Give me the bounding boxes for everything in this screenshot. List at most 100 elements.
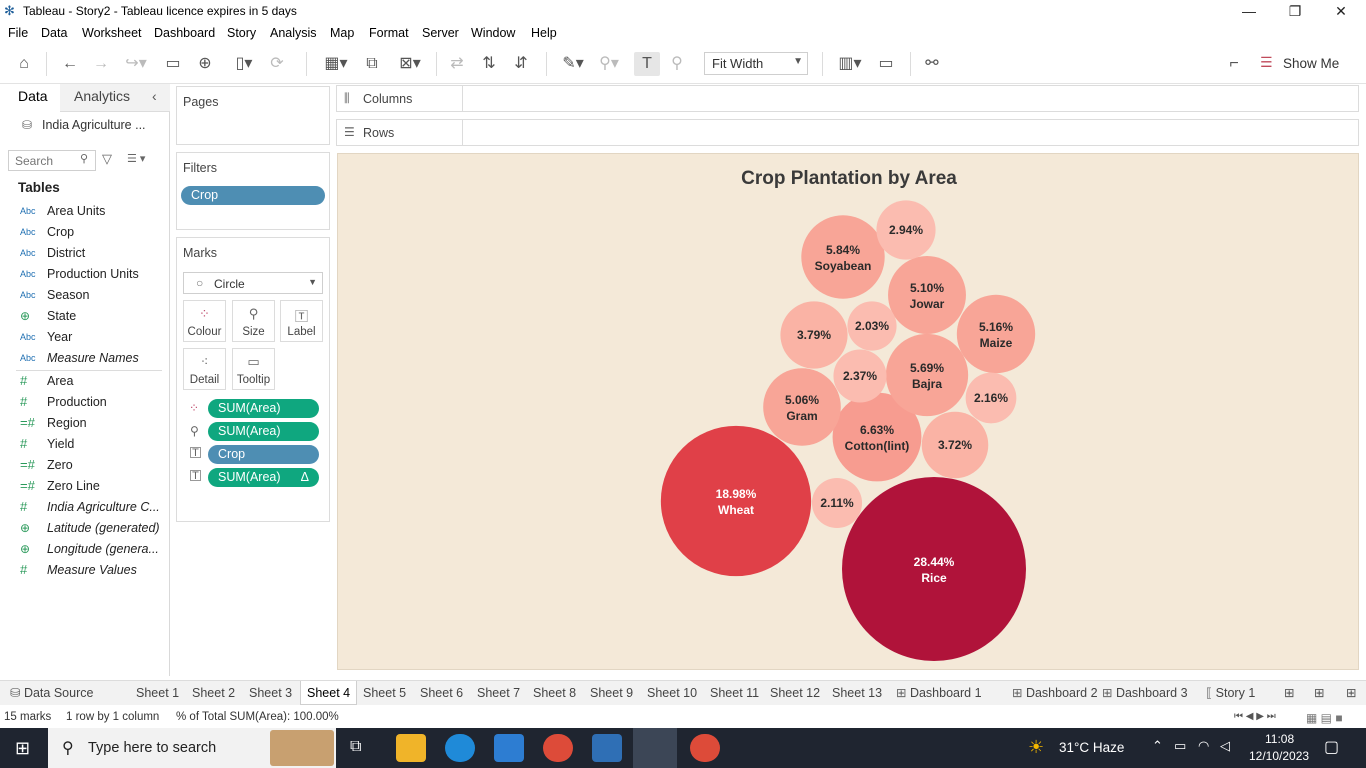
mark-type-dropdown[interactable]: ○ Circle ▼ xyxy=(183,272,323,294)
menu-format[interactable]: Format xyxy=(369,26,409,40)
field-item[interactable]: Abc Year xyxy=(0,327,168,348)
view-options-icon[interactable]: ☰ ▾ xyxy=(127,152,145,165)
save-icon[interactable]: ▭ xyxy=(162,52,184,76)
show-me-button[interactable]: ☰ Show Me xyxy=(1260,52,1350,76)
bubble-jowar[interactable]: 5.10% Jowar xyxy=(888,256,966,334)
pages-card[interactable]: Pages xyxy=(176,86,330,145)
clock-time[interactable]: 11:08 xyxy=(1265,732,1294,746)
field-item[interactable]: ⊕ State xyxy=(0,306,168,327)
weather-text[interactable]: 31°C Haze xyxy=(1059,740,1124,755)
bubble-maize[interactable]: 5.16% Maize xyxy=(956,294,1036,374)
field-item[interactable]: ⊕ Longitude (genera... xyxy=(0,539,168,560)
new-worksheet-icon[interactable]: ⊞ xyxy=(1278,681,1300,705)
share-icon[interactable]: ⚯ xyxy=(920,52,944,76)
tableau-active-icon[interactable] xyxy=(633,728,677,768)
field-item[interactable]: # Measure Values xyxy=(0,560,168,581)
bubble-circle[interactable] xyxy=(956,294,1036,374)
field-item[interactable]: Abc Measure Names xyxy=(0,348,168,369)
redo-icon[interactable]: → xyxy=(89,52,113,76)
bubble-circle[interactable] xyxy=(801,215,885,299)
bubble-crop-10[interactable]: 2.94% xyxy=(876,200,936,260)
field-item[interactable]: # Production xyxy=(0,392,168,413)
filter-crop-pill[interactable]: Crop xyxy=(181,186,325,205)
highlight-icon[interactable]: ✎▾ xyxy=(558,52,588,76)
tooltip-button[interactable]: ▭ Tooltip xyxy=(232,348,275,390)
field-item[interactable]: =# Zero xyxy=(0,455,168,476)
field-item[interactable]: Abc District xyxy=(0,243,168,264)
tableau-public-icon[interactable] xyxy=(592,734,622,762)
undo-icon[interactable]: ← xyxy=(58,52,82,76)
sheet-tab[interactable]: Sheet 6 xyxy=(414,681,469,705)
field-item[interactable]: ⊕ Latitude (generated) xyxy=(0,518,168,539)
size-button[interactable]: ⚲ Size xyxy=(232,300,275,342)
swap-icon[interactable]: ⇄ xyxy=(446,52,468,76)
sheet-tab[interactable]: Sheet 8 xyxy=(527,681,582,705)
sheet-tab[interactable]: Sheet 7 xyxy=(471,681,526,705)
bubble-crop-13[interactable]: 2.11% xyxy=(811,477,863,529)
field-item[interactable]: Abc Season xyxy=(0,285,168,306)
bubble-gram[interactable]: 5.06% Gram xyxy=(763,368,841,446)
field-item[interactable]: # Area xyxy=(0,371,168,392)
sheet-tab[interactable]: ⊞ Dashboard 1 xyxy=(890,681,988,705)
show-mark-labels-icon[interactable]: T xyxy=(634,52,660,76)
bubble-circle[interactable] xyxy=(842,477,1026,661)
sheet-tab[interactable]: Sheet 9 xyxy=(584,681,639,705)
bubble-crop-14[interactable]: 2.03% xyxy=(847,301,897,351)
sheet-tab[interactable]: Sheet 11 xyxy=(704,681,765,705)
collapse-pane-icon[interactable]: ‹ xyxy=(152,88,157,104)
replay-icon[interactable]: ↪▾ xyxy=(120,52,152,76)
bubble-crop-11[interactable]: 2.37% xyxy=(833,349,887,403)
menu-dashboard[interactable]: Dashboard xyxy=(154,26,215,40)
sheet-tab[interactable]: Sheet 12 xyxy=(764,681,826,705)
new-worksheet-icon[interactable]: ▦▾ xyxy=(318,52,354,76)
menu-data[interactable]: Data xyxy=(41,26,67,40)
columns-shelf[interactable]: ⫼ Columns xyxy=(336,85,1359,112)
new-dashboard-icon[interactable]: ⊞ xyxy=(1308,681,1330,705)
pause-updates-icon[interactable]: ▯▾ xyxy=(226,52,262,76)
pin-icon[interactable]: ⚲ xyxy=(666,52,688,76)
sort-ascending-icon[interactable]: ⇅ xyxy=(478,52,500,76)
new-datasource-icon[interactable]: ⊕ xyxy=(194,52,216,76)
menu-help[interactable]: Help xyxy=(531,26,557,40)
bubble-chart[interactable]: 28.44% Rice 18.98% Wheat 6.63% Cotton(lint) 5.… xyxy=(338,154,1360,671)
sheet-tab[interactable]: ⟦ Story 1 xyxy=(1200,681,1261,705)
label-button[interactable]: 🅃 Label xyxy=(280,300,323,342)
size-sum-area-pill[interactable]: SUM(Area) xyxy=(208,422,319,441)
bubble-soyabean[interactable]: 5.84% Soyabean xyxy=(801,215,885,299)
bubble-circle[interactable] xyxy=(660,425,812,577)
sheet-tab[interactable]: Sheet 13 xyxy=(826,681,888,705)
filters-card[interactable]: Filters Crop xyxy=(176,152,330,230)
sheet-tab[interactable]: Sheet 5 xyxy=(357,681,412,705)
wifi-icon[interactable]: ◠ xyxy=(1198,738,1209,754)
home-icon[interactable]: ⌂ xyxy=(12,52,36,76)
chrome-icon[interactable] xyxy=(543,734,573,762)
bubble-circle[interactable] xyxy=(888,256,966,334)
sheet-nav-icon[interactable]: ⏮ ◀ ▶ ⏭ xyxy=(1234,711,1276,722)
paint-brush-icon[interactable]: ⌐ xyxy=(1222,52,1246,76)
restore-button[interactable]: ❐ xyxy=(1272,0,1318,23)
refresh-icon[interactable]: ⟳ xyxy=(266,52,288,76)
bubble-crop-8[interactable]: 3.79% xyxy=(780,301,848,369)
bubble-crop-9[interactable]: 3.72% xyxy=(921,411,989,479)
minimize-button[interactable]: — xyxy=(1226,0,1272,23)
field-item[interactable]: =# Zero Line xyxy=(0,476,168,497)
datasource-name[interactable]: India Agriculture ... xyxy=(42,118,146,132)
field-item[interactable]: Abc Production Units xyxy=(0,264,168,285)
label-crop-pill[interactable]: Crop xyxy=(208,445,319,464)
colour-button[interactable]: ⁘ Colour xyxy=(183,300,226,342)
menu-server[interactable]: Server xyxy=(422,26,459,40)
group-icon[interactable]: ⚲▾ xyxy=(594,52,624,76)
grid-view-icon[interactable]: ▦ ▤ ■ xyxy=(1306,711,1343,725)
task-view-icon[interactable]: ⧉ xyxy=(350,738,361,756)
colour-sum-area-pill[interactable]: SUM(Area) xyxy=(208,399,319,418)
bubble-crop-12[interactable]: 2.16% xyxy=(965,372,1017,424)
sheet-tab[interactable]: ⛁ Data Source xyxy=(4,681,99,705)
presentation-mode-icon[interactable]: ▭ xyxy=(874,52,898,76)
bubble-wheat[interactable]: 18.98% Wheat xyxy=(660,425,812,577)
sort-descending-icon[interactable]: ⇵ xyxy=(510,52,532,76)
bubble-rice[interactable]: 28.44% Rice xyxy=(842,477,1026,661)
sheet-tab[interactable]: Sheet 10 xyxy=(641,681,703,705)
menu-worksheet[interactable]: Worksheet xyxy=(82,26,142,40)
bubble-circle[interactable] xyxy=(763,368,841,446)
menu-file[interactable]: File xyxy=(8,26,28,40)
